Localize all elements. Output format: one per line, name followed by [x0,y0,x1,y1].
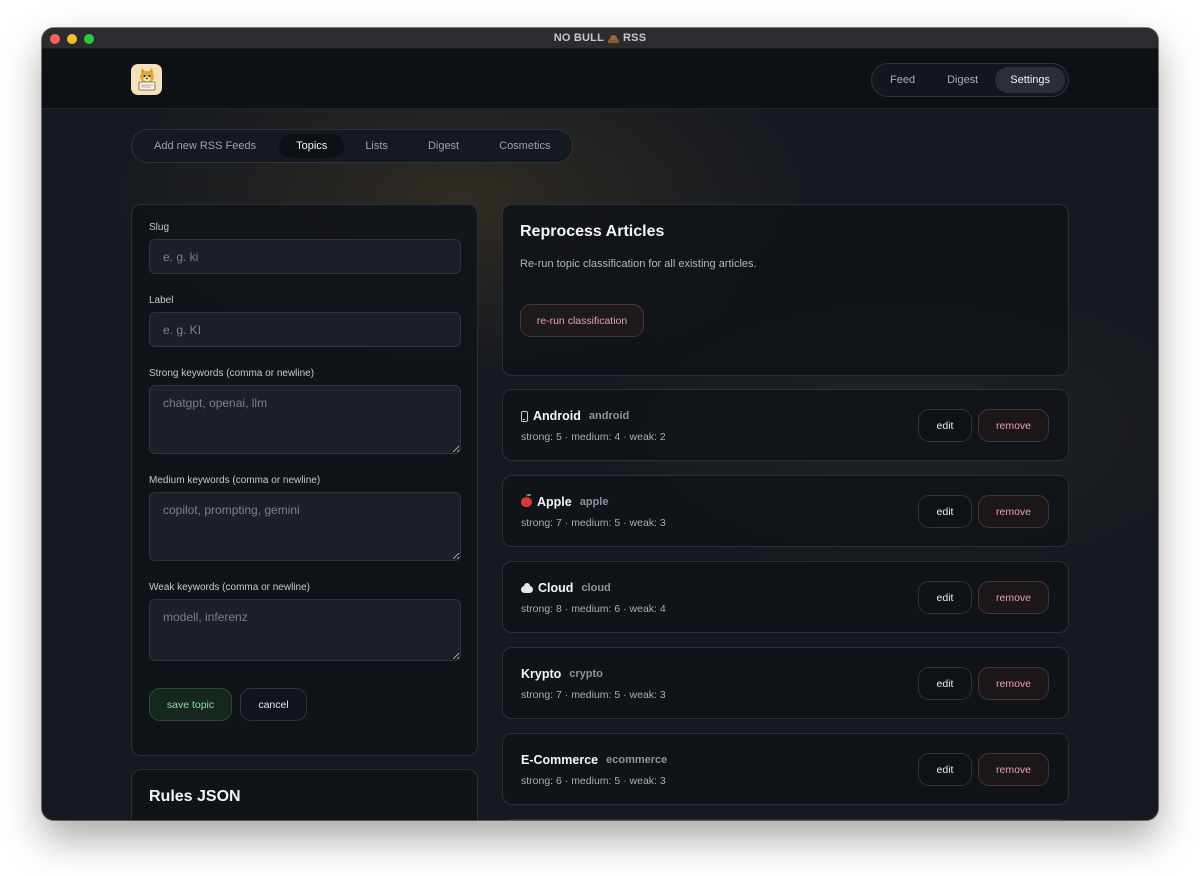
cancel-button[interactable]: cancel [240,688,307,721]
topic-slug: cloud [581,582,611,594]
main-nav: Feed Digest Settings [870,63,1069,97]
window-title-suffix: RSS [623,32,647,44]
topic-item: Krypto crypto strong: 7 · medium: 5 · we… [502,647,1069,719]
reprocess-card: Reprocess Articles Re-run topic classifi… [502,204,1069,376]
window-title: NO BULL RSS [554,32,647,44]
save-topic-button[interactable]: save topic [149,688,232,721]
topic-stats: strong: 7 · medium: 5 · weak: 3 [521,689,666,701]
nav-settings[interactable]: Settings [995,67,1065,93]
strong-keywords-label: Strong keywords (comma or newline) [149,368,315,379]
tab-lists[interactable]: Lists [346,134,407,158]
edit-topic-button[interactable]: edit [918,667,972,700]
tab-digest[interactable]: Digest [409,134,478,158]
maximize-window-button[interactable] [84,34,94,44]
window-title-text: NO BULL [553,32,605,44]
app-content: Feed Digest Settings Add new RSS Feeds T… [42,49,1158,820]
topic-slug: apple [579,496,609,508]
tab-cosmetics[interactable]: Cosmetics [480,134,569,158]
reprocess-description: Re-run topic classification for all exis… [520,258,757,270]
nav-feed[interactable]: Feed [875,67,930,93]
window-controls [50,34,94,44]
topic-label: Apple [537,495,572,509]
label-label: Label [149,295,174,306]
remove-topic-button[interactable]: remove [978,753,1049,786]
topic-slug: crypto [569,668,603,680]
tab-topics[interactable]: Topics [279,134,345,158]
topic-item: Apple apple strong: 7 · medium: 5 · weak… [502,475,1069,547]
topic-stats: strong: 5 · medium: 4 · weak: 2 [521,431,666,443]
app-window: NO BULL RSS Feed Digest Settings Add new… [42,28,1158,820]
topic-item: E-Commerce ecommerce strong: 6 · medium:… [502,733,1069,805]
topic-name: Krypto crypto [521,667,603,681]
edit-topic-button[interactable]: edit [918,409,972,442]
rerun-classification-button[interactable]: re-run classification [520,304,644,337]
topic-name: Cloud cloud [521,581,611,595]
topic-name: E-Commerce ecommerce [521,753,667,767]
nav-digest[interactable]: Digest [932,67,993,93]
strong-keywords-input[interactable] [149,385,461,454]
topic-label: Android [533,409,581,423]
apple-icon [521,494,532,507]
topic-label: Krypto [521,667,562,681]
minimize-window-button[interactable] [67,34,77,44]
topic-form-card: Slug Label Strong keywords (comma or new… [131,204,478,756]
topic-slug: android [588,410,630,422]
topic-item-partial [502,819,1069,820]
phone-icon [521,410,528,422]
close-window-button[interactable] [50,34,60,44]
topic-item: Cloud cloud strong: 8 · medium: 6 · weak… [502,561,1069,633]
topic-slug: ecommerce [606,754,668,766]
remove-topic-button[interactable]: remove [978,667,1049,700]
tab-add-rss-feeds[interactable]: Add new RSS Feeds [135,134,277,158]
remove-topic-button[interactable]: remove [978,409,1049,442]
rules-json-title: Rules JSON [149,788,241,805]
label-input[interactable] [149,312,461,347]
topic-label: Cloud [538,581,574,595]
edit-topic-button[interactable]: edit [918,581,972,614]
doge-newspaper-logo[interactable] [131,64,162,95]
medium-keywords-input[interactable] [149,492,461,561]
topic-stats: strong: 7 · medium: 5 · weak: 3 [521,517,666,529]
logo-icon [138,67,155,90]
reprocess-title: Reprocess Articles [520,223,665,240]
settings-tabs: Add new RSS Feeds Topics Lists Digest Co… [131,129,574,163]
title-bar: NO BULL RSS [42,28,1158,49]
remove-topic-button[interactable]: remove [978,495,1049,528]
cloud-icon [521,583,533,593]
edit-topic-button[interactable]: edit [918,495,972,528]
topic-item: Android android strong: 5 · medium: 4 · … [502,389,1069,461]
remove-topic-button[interactable]: remove [978,581,1049,614]
slug-input[interactable] [149,239,461,274]
weak-keywords-label: Weak keywords (comma or newline) [149,582,310,593]
topic-name: Apple apple [521,494,609,509]
topic-name: Android android [521,409,629,423]
medium-keywords-label: Medium keywords (comma or newline) [149,475,321,486]
edit-topic-button[interactable]: edit [918,753,972,786]
topic-stats: strong: 6 · medium: 5 · weak: 3 [521,775,666,787]
slug-label: Slug [149,222,170,233]
rules-json-card: Rules JSON [131,769,478,820]
weak-keywords-input[interactable] [149,599,461,661]
topic-stats: strong: 8 · medium: 6 · weak: 4 [521,603,666,615]
topic-label: E-Commerce [521,753,599,767]
poo-icon [608,33,620,43]
app-header: Feed Digest Settings [42,49,1158,109]
